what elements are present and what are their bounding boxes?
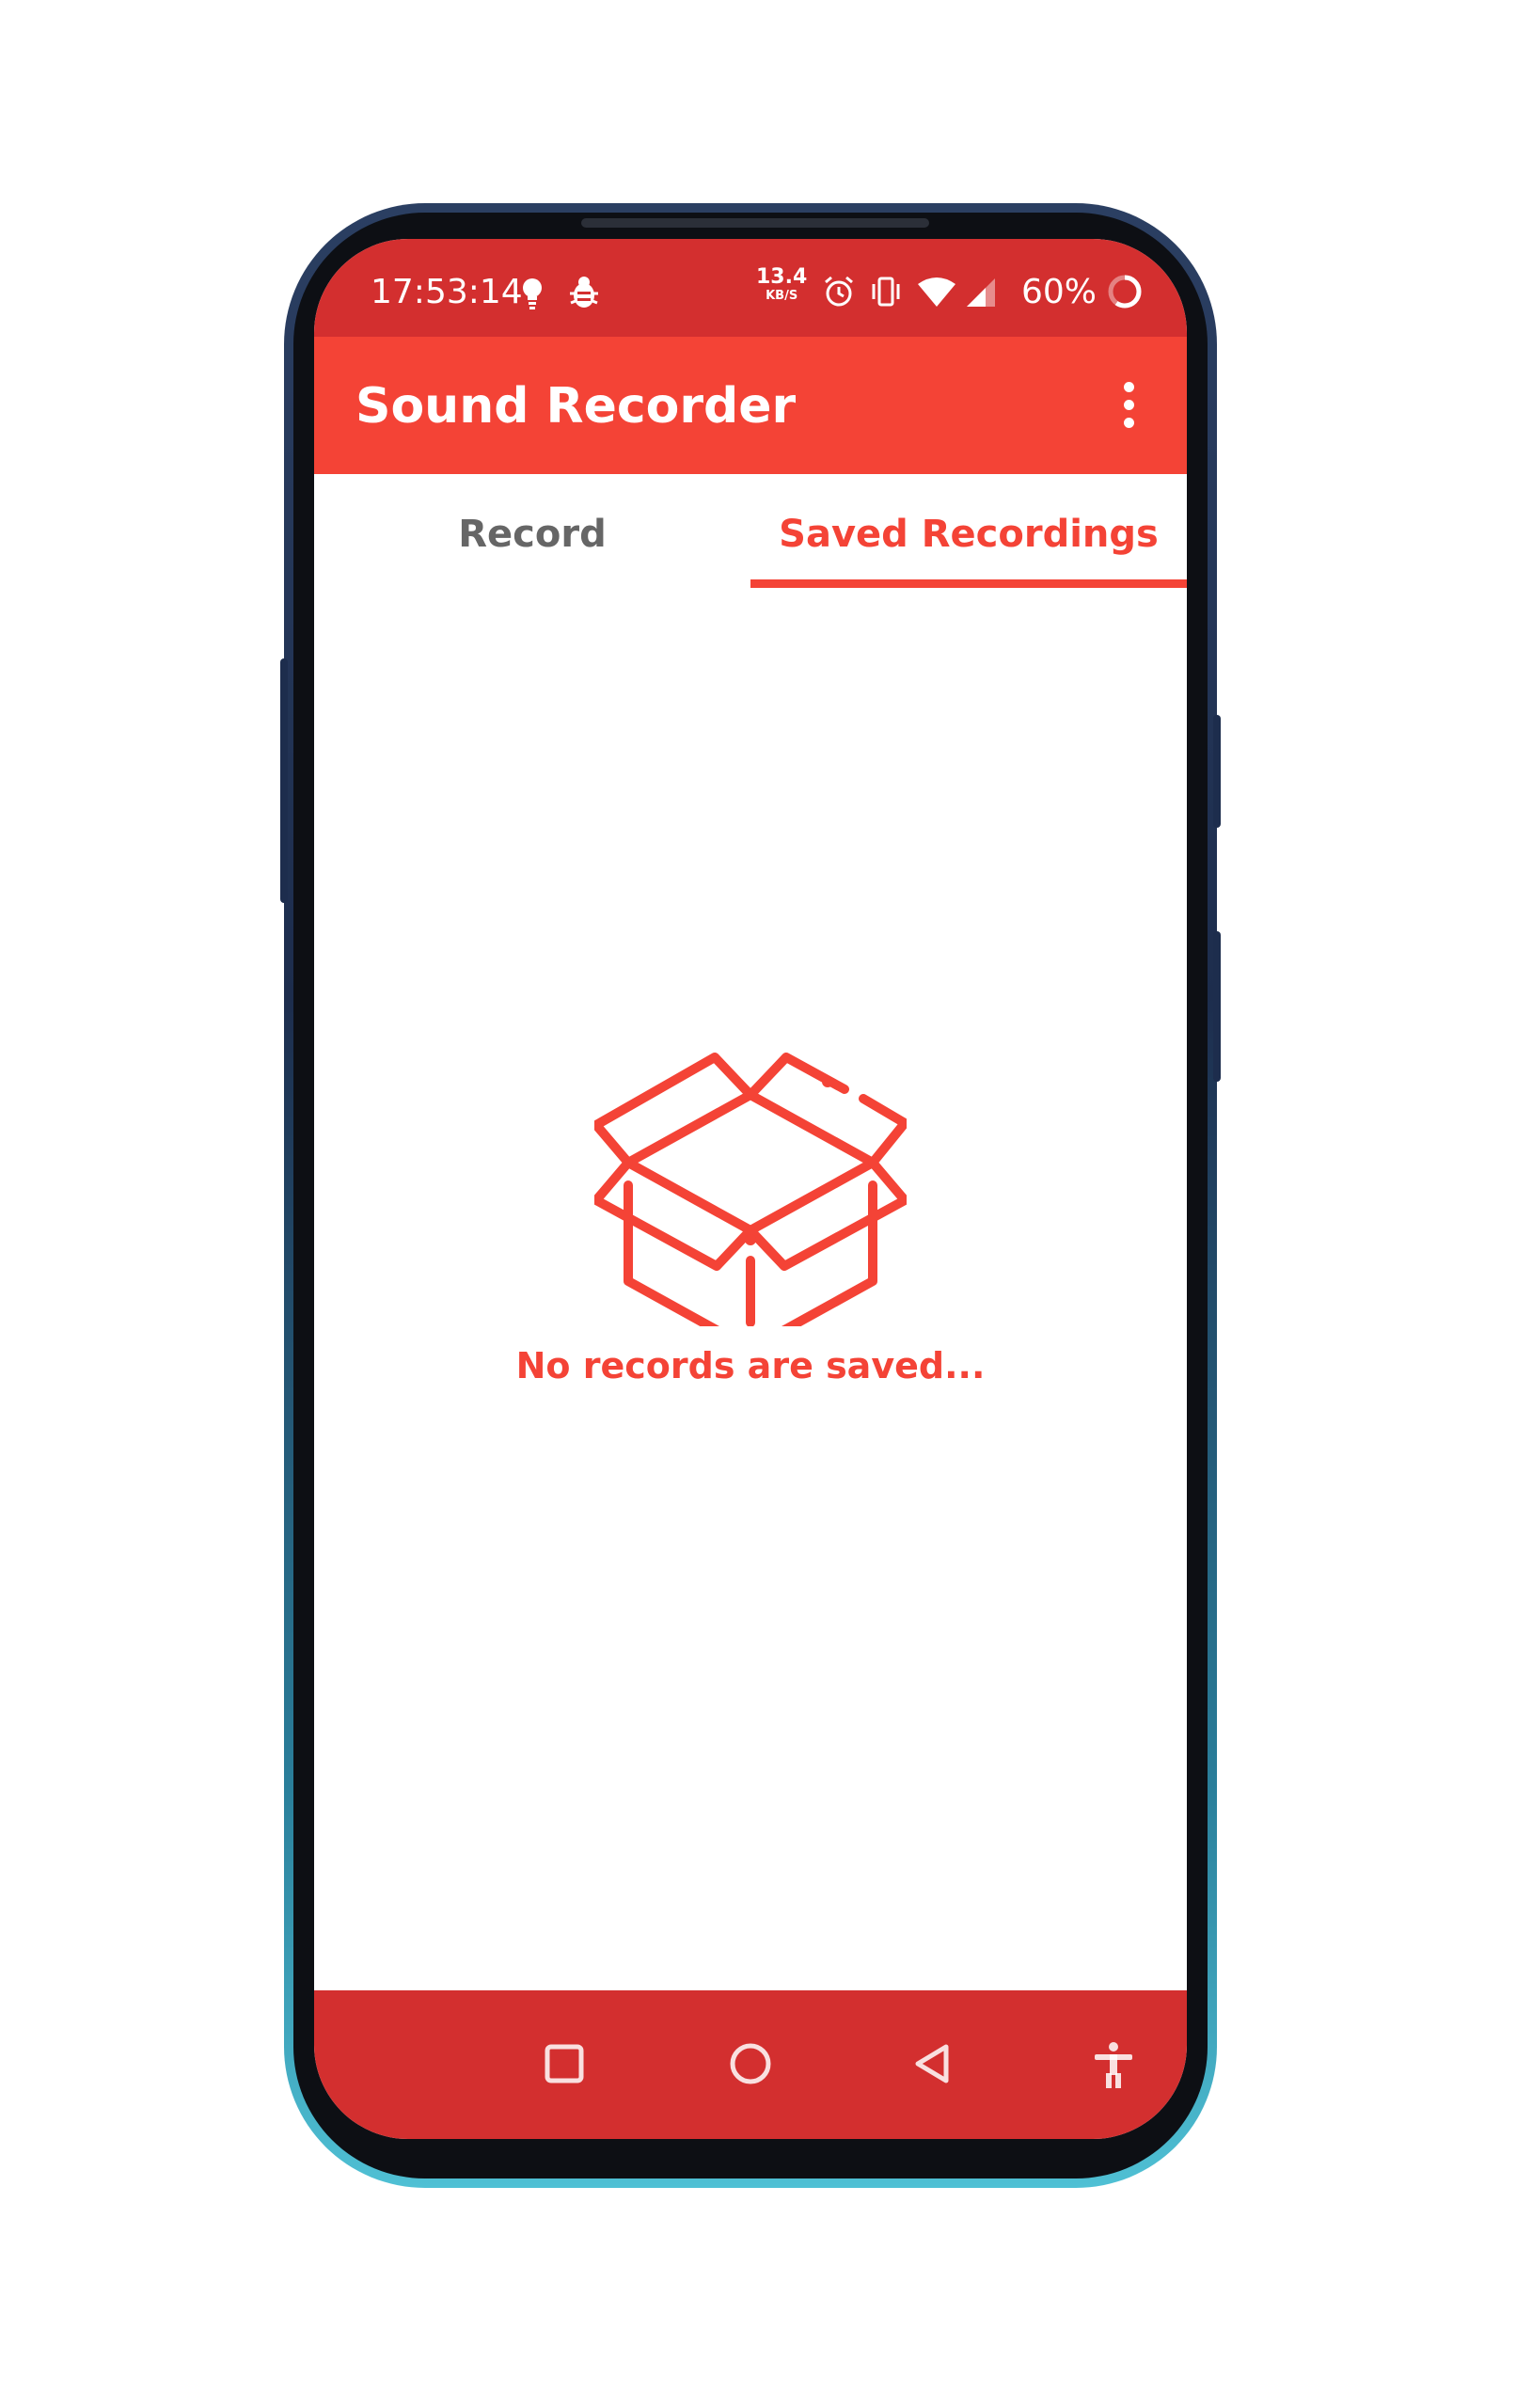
network-speed: 13.4 KB/S — [756, 265, 808, 303]
back-triangle-icon[interactable] — [905, 2036, 961, 2092]
app-bar: Sound Recorder — [314, 337, 1187, 474]
more-vert-icon[interactable] — [1119, 382, 1138, 435]
alarm-icon — [825, 276, 853, 307]
open-box-icon — [594, 1053, 907, 1326]
navigation-bar — [314, 1990, 1187, 2139]
app-title: Sound Recorder — [355, 378, 797, 435]
home-circle-icon[interactable] — [722, 2036, 779, 2092]
empty-state-message: No records are saved... — [515, 1345, 986, 1386]
left-side-key — [280, 658, 288, 903]
screen: 17:53:14 13.4 KB/S 60% Sound Recorder Re… — [314, 239, 1187, 2139]
tab-record[interactable]: Record — [314, 474, 750, 594]
wifi-icon — [918, 277, 955, 307]
right-side-key-bottom — [1213, 931, 1221, 1082]
right-side-key-top — [1213, 715, 1221, 828]
vibrate-icon — [872, 277, 900, 307]
status-time: 17:53:14 — [371, 273, 523, 311]
status-bar: 17:53:14 13.4 KB/S 60% — [314, 239, 1187, 337]
network-speed-unit: KB/S — [766, 289, 798, 303]
battery-ring-icon — [1108, 275, 1142, 309]
battery-percentage: 60% — [1021, 273, 1098, 311]
lightbulb-icon — [523, 278, 542, 309]
tab-bar: Record Saved Recordings — [314, 474, 1187, 594]
bug-icon — [570, 277, 598, 308]
accessibility-icon[interactable] — [1085, 2036, 1142, 2092]
recents-square-icon[interactable] — [536, 2036, 592, 2092]
network-speed-value: 13.4 — [756, 265, 808, 289]
earpiece-speaker — [581, 218, 929, 228]
tab-indicator — [750, 579, 1187, 588]
signal-icon — [967, 278, 995, 307]
tab-saved-recordings[interactable]: Saved Recordings — [750, 474, 1187, 594]
